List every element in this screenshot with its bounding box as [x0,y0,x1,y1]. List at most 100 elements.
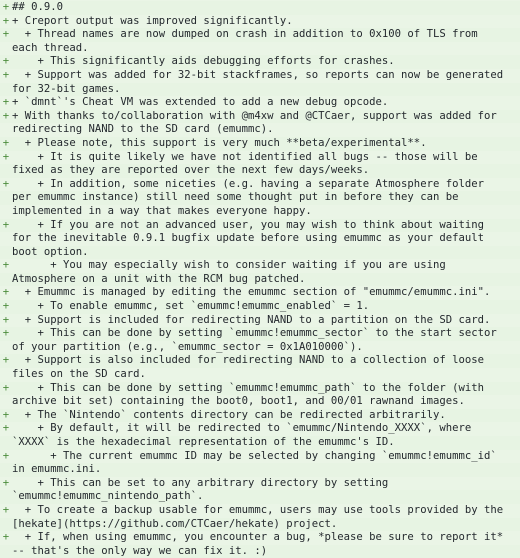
diff-line: + + Support is also included for redirec… [0,354,520,369]
diff-line: + + By default, it will be redirected to… [0,422,520,436]
diff-line: + + The current emummc ID may be selecte… [0,450,520,464]
diff-line: + + Thread names are now dumped on crash… [0,28,520,42]
diff-line-text: + Support is included for redirecting NA… [12,313,491,326]
diff-line: + + It is quite likely we have not ident… [0,151,520,165]
diff-added-marker: + [2,96,10,109]
diff-line-text: `emummc!emummc_nintendo_path`. [12,490,204,503]
diff-line: + + Creport output was improved significa… [0,15,520,29]
diff-added-marker: + [2,503,10,516]
diff-line: + ## 0.9.0 [0,1,520,15]
diff-line: implemented in a way that makes everyone… [0,205,520,219]
diff-line: + + If you are not an advanced user, you… [0,218,520,233]
diff-line-text: + Support is also included for redirecti… [12,354,484,367]
diff-added-marker: + [2,109,10,122]
diff-added-marker: + [2,381,10,394]
diff-line-text: + To enable emummc, set `emummc!emummc_e… [12,300,370,313]
diff-line-text: + This can be done by setting `emummc!em… [12,327,497,340]
diff-line-text: + Please note, this support is very much… [12,136,427,149]
diff-line: each thread. [0,42,520,56]
diff-added-marker: + [2,476,10,489]
diff-line-text: for the inevitable 0.9.1 bugfix update b… [12,232,484,245]
diff-added-marker: + [2,449,10,462]
diff-added-marker [0,436,12,450]
diff-added-marker [0,368,12,382]
diff-added-marker [0,545,12,558]
diff-added-marker: + [2,14,10,27]
diff-line: files on the SD card. [0,368,520,382]
diff-line: + + This can be done by setting `emummc!… [0,327,520,341]
diff-line: + + This can be set to any arbitrary dir… [0,477,520,491]
diff-line: boot option. [0,245,520,260]
diff-line: + + To create a backup usable for emummc… [0,504,520,518]
diff-line-text: + This can be set to any arbitrary direc… [12,476,389,489]
diff-added-marker: + [2,28,10,41]
diff-view: + ## 0.9.0 + + Creport output was improved … [0,0,520,558]
diff-added-marker [0,42,12,56]
diff-line: + + This significantly aids debugging ef… [0,55,520,69]
diff-line-text: + If, when using emummc, you encounter a… [12,531,504,544]
diff-line: `emummc!emummc_nintendo_path`. [0,490,520,504]
diff-added-marker: + [2,136,10,149]
diff-line-text: + Emummc is managed by editing the emumm… [12,286,491,299]
diff-line-text: in emummc.ini. [12,463,102,476]
diff-line-text: + You may especially wish to consider wa… [12,259,446,272]
diff-added-marker: + [2,313,10,326]
diff-lines: + ## 0.9.0 + + Creport output was improved … [0,1,520,558]
diff-line-text: [hekate](https://github.com/CTCaer/hekat… [12,517,338,530]
diff-line-text: boot option. [12,245,89,258]
diff-line: + + Support was added for 32-bit stackfr… [0,69,520,83]
diff-added-marker [0,83,12,97]
diff-line: `XXXX` is the hexadecimal representation… [0,436,520,450]
diff-added-marker: + [2,286,10,299]
diff-added-marker: + [2,531,10,544]
diff-line-text: fixed as they are reported over the next… [12,164,370,177]
diff-line-text: + It is quite likely we have not identif… [12,150,478,163]
diff-added-marker: + [2,177,10,190]
diff-added-marker [0,490,12,504]
diff-line: + + In addition, some niceties (e.g. hav… [0,178,520,192]
diff-line-text: + By default, it will be redirected to `… [12,422,472,435]
diff-line: -- that's the only way we can fix it. :) [0,544,520,558]
diff-line: [hekate](https://github.com/CTCaer/hekat… [0,517,520,532]
diff-added-marker: + [2,422,10,435]
diff-line: + + This can be done by setting `emummc!… [0,381,520,396]
diff-line: + + The `Nintendo` contents directory ca… [0,408,520,423]
diff-added-marker: + [2,259,10,272]
diff-added-marker [0,518,12,532]
diff-added-marker [0,341,12,355]
diff-line-text: + The `Nintendo` contents directory can … [12,408,446,421]
diff-line-text: + Support was added for 32-bit stackfram… [12,68,504,81]
diff-added-marker [0,164,12,178]
diff-added-marker [0,191,12,205]
diff-line: + + If, when using emummc, you encounter… [0,531,520,545]
diff-line-text: + `dmnt`'s Cheat VM was extended to add … [12,96,389,109]
diff-added-marker: + [2,300,10,313]
diff-line-text: per emummc instance) still need some tho… [12,191,459,204]
diff-line-text: + This significantly aids debugging effo… [12,55,395,68]
diff-added-marker: + [2,68,10,81]
diff-added-marker: + [2,218,10,231]
diff-line-text: -- that's the only way we can fix it. :) [12,544,268,557]
diff-line: fixed as they are reported over the next… [0,164,520,178]
diff-added-marker: + [2,327,10,340]
diff-line: redirecting NAND to the SD card (emummc)… [0,123,520,137]
diff-line: + + With thanks to/collaboration with @m4… [0,109,520,124]
diff-line-text: + If you are not an advanced user, you m… [12,218,484,231]
diff-line-text: of your partition (e.g., `emummc_sector … [12,340,363,353]
diff-line-text: + Thread names are now dumped on crash i… [12,28,478,41]
diff-line: for the inevitable 0.9.1 bugfix update b… [0,232,520,246]
diff-line: in emummc.ini. [0,463,520,477]
diff-added-marker: + [2,150,10,163]
diff-added-marker: + [2,354,10,367]
diff-added-marker [0,123,12,137]
diff-line: per emummc instance) still need some tho… [0,191,520,205]
diff-line-text: archive bit set) containing the boot0, b… [12,395,465,408]
diff-line-text: + Creport output was improved significan… [12,14,293,27]
diff-line-text: + With thanks to/collaboration with @m4x… [12,109,497,122]
diff-added-marker [0,205,12,219]
diff-line-text: implemented in a way that makes everyone… [12,204,312,217]
diff-line-text: each thread. [12,41,89,54]
diff-line-text: files on the SD card. [12,368,146,381]
diff-line: + + Emummc is managed by editing the emu… [0,286,520,300]
diff-line-text: Atmosphere on a unit with the RCM bug pa… [12,272,306,285]
